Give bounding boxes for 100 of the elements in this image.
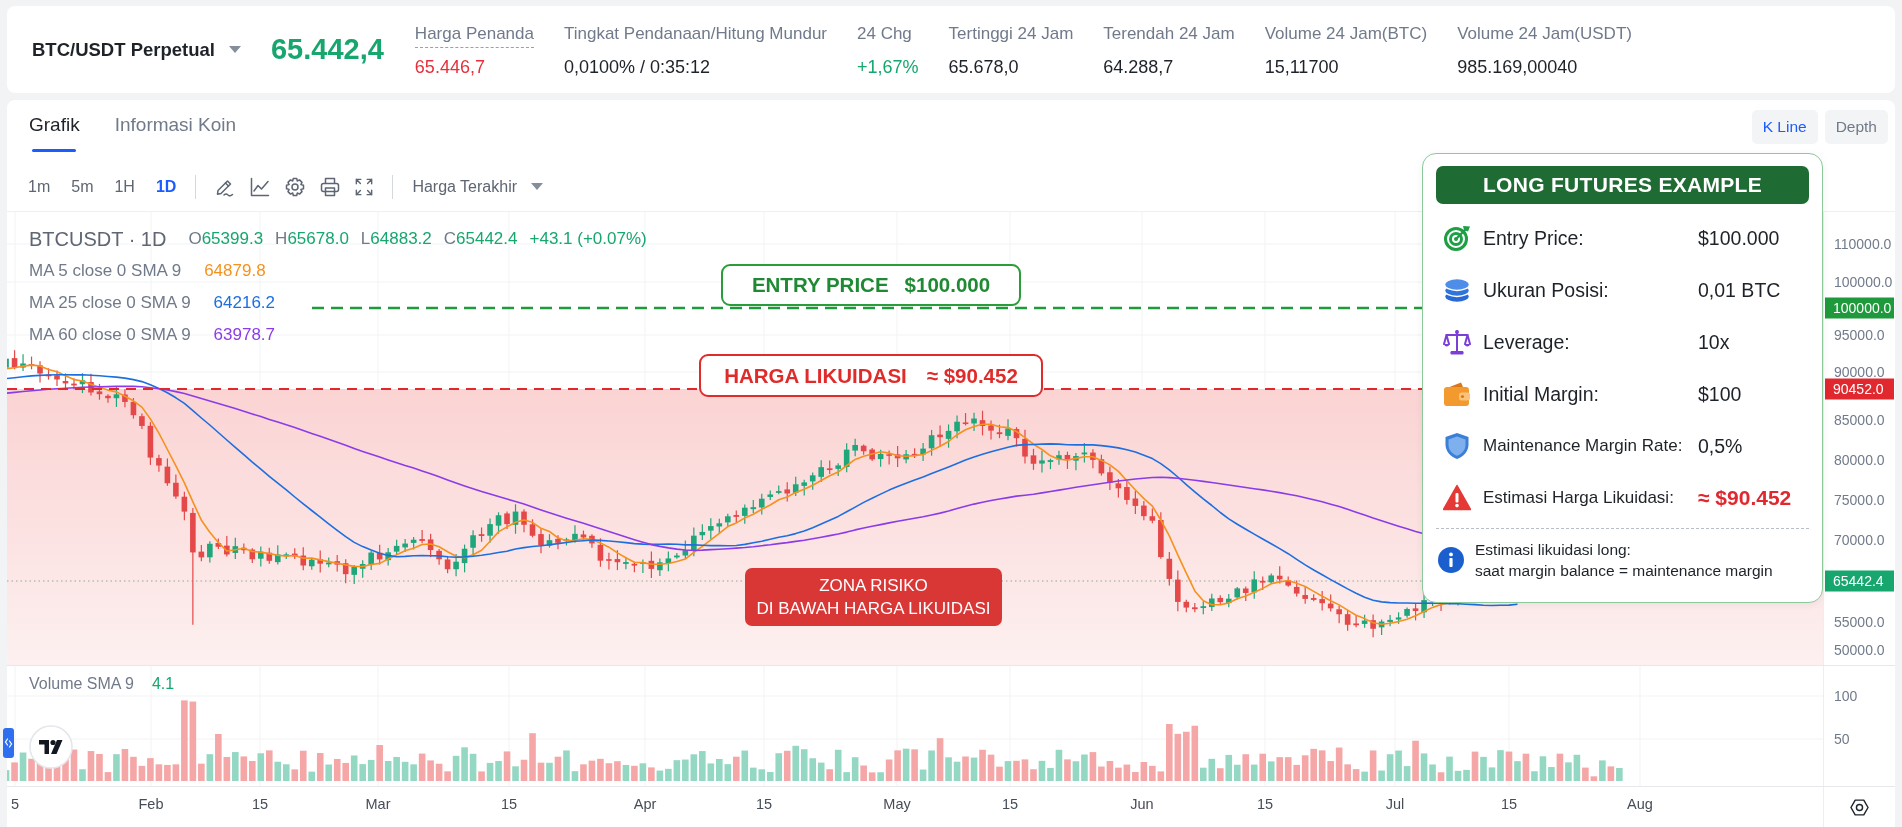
row-label: Estimasi Harga Likuidasi: [1483,488,1675,508]
ohlc-value: 65678.0 [287,229,349,248]
wallet-icon [1443,380,1471,408]
callout-title: HARGA LIKUIDASI [724,363,907,388]
side-handle-icon[interactable] [3,728,14,758]
row-value: $100 [1698,382,1743,406]
price-tick-label: 95000.0 [1834,327,1885,343]
symbol-selector[interactable]: BTC/USDT Perpetual [32,38,241,61]
time-label: 15 [755,796,773,812]
indicator-value: 63978.7 [213,325,276,345]
ohlc-key: C [443,229,457,248]
interval-button[interactable]: 1D [155,177,177,196]
stat-label: Tingkat Pendanaan/Hitung Mundur [563,24,827,45]
price-tick-label: 75000.0 [1834,492,1885,508]
indicator-value: 64216.2 [213,293,276,313]
fullscreen-icon[interactable] [355,177,374,196]
price-tick-label: 110000.0 [1834,236,1892,252]
row-label: Ukuran Posisi: [1483,278,1610,302]
price-change: +43.1 (+0.07%) [529,229,647,249]
time-label: 15 [1001,796,1019,812]
stat-label: Volume 24 Jam(USDT) [1457,24,1632,45]
time-label: 15 [1500,796,1518,812]
row-label: Maintenance Margin Rate: [1483,436,1684,456]
printer-icon[interactable] [320,176,341,197]
price-tick-label: 80000.0 [1834,452,1885,468]
price-tick-label: 55000.0 [1834,614,1885,630]
price-tick-label: 70000.0 [1834,532,1885,548]
time-label: Jun [1130,796,1154,812]
volume-label: Volume SMA 9 [29,675,134,693]
coin-stack-icon [1443,276,1471,304]
view-toggle-button[interactable]: Depth [1824,110,1888,144]
ohlc-key: O [188,229,202,248]
stat-label: Tertinggi 24 Jam [948,24,1074,45]
settings-icon[interactable] [1850,797,1869,817]
time-label: Aug [1627,796,1653,812]
volume-value: 4.1 [151,675,175,693]
stat-label: Volume 24 Jam(BTC) [1264,24,1428,45]
time-label: Jul [1385,796,1405,812]
caret-icon [228,46,241,53]
ohlc-value: 64883.2 [370,229,432,248]
row-value: 10x [1698,330,1731,354]
price-tick-label: 50000.0 [1834,642,1885,658]
volume-tick-label: 50 [1834,731,1850,747]
balance-scale-icon [1443,328,1471,356]
indicator-value: 64879.8 [204,261,266,281]
time-label: 15 [500,796,518,812]
callout-value: $100.000 [904,273,991,297]
interval-button[interactable]: 1m [28,177,51,196]
price-tag: 100000.0 [1825,297,1894,319]
price-tag: 90452.0 [1825,378,1894,400]
callout-value: ≈ $90.452 [926,363,1018,388]
ohlc-key: L [360,229,371,248]
shield-icon [1443,432,1471,460]
stat-value: 985.169,00040 [1457,57,1578,78]
price-tick-label: 85000.0 [1834,412,1885,428]
stat-label: Harga Penanda [414,24,534,48]
tab[interactable]: Grafik [29,100,80,152]
caret-icon [531,183,543,190]
time-label: Feb [138,796,164,812]
price-tag: 65442.4 [1825,570,1894,592]
stat-value: 0,0100% / 0:35:12 [563,57,711,78]
tab[interactable]: Informasi Koin [114,100,237,152]
ohlc-key: H [275,229,288,248]
time-label: May [883,796,911,812]
row-label: Initial Margin: [1483,382,1600,406]
interval-button[interactable]: 1H [114,177,135,196]
target-icon [1443,224,1471,252]
row-value: 0,5% [1698,434,1744,458]
risk-zone-label: ZONA RISIKO DI BAWAH HARGA LIKUIDASI [745,568,1002,626]
row-label: Leverage: [1483,330,1571,354]
callout-title: ENTRY PRICE [751,273,889,297]
ohlc-value: 65399.3 [201,229,264,248]
row-value: $100.000 [1698,226,1781,250]
view-toggle-button[interactable]: K Line [1751,110,1818,144]
info-icon [1438,547,1464,573]
price-tick-label: 100000.0 [1834,274,1893,290]
price-source-dropdown[interactable]: Harga Terakhir [412,177,543,196]
stat-value: 15,11700 [1264,57,1339,78]
chart-symbol: BTCUSDT · 1D [29,227,167,251]
indicator-label: MA 25 close 0 SMA 9 [29,293,191,313]
panel-title: LONG FUTURES EXAMPLE [1436,166,1809,204]
stat-label: Terendah 24 Jam [1103,24,1235,45]
stat-value: 65.678,0 [948,57,1019,78]
time-label: Apr [633,796,657,812]
indicator-label: MA 5 close 0 SMA 9 [29,261,182,281]
logo-icon [29,725,73,769]
interval-button[interactable]: 5m [71,177,94,196]
warning-icon [1443,484,1471,512]
time-label: 15 [251,796,269,812]
time-label: 5 [10,796,20,812]
time-label: 15 [1256,796,1274,812]
time-label: Mar [365,796,391,812]
last-price: 65.442,4 [270,33,384,66]
stat-label: 24 Chg [857,24,912,45]
ohlc-value: 65442.4 [456,229,518,248]
volume-tick-label: 100 [1834,688,1858,704]
line-chart-icon[interactable] [250,176,271,197]
stat-value: +1,67% [857,57,919,78]
row-label: Entry Price: [1483,226,1585,250]
row-value: ≈ $90.452 [1698,486,1793,510]
